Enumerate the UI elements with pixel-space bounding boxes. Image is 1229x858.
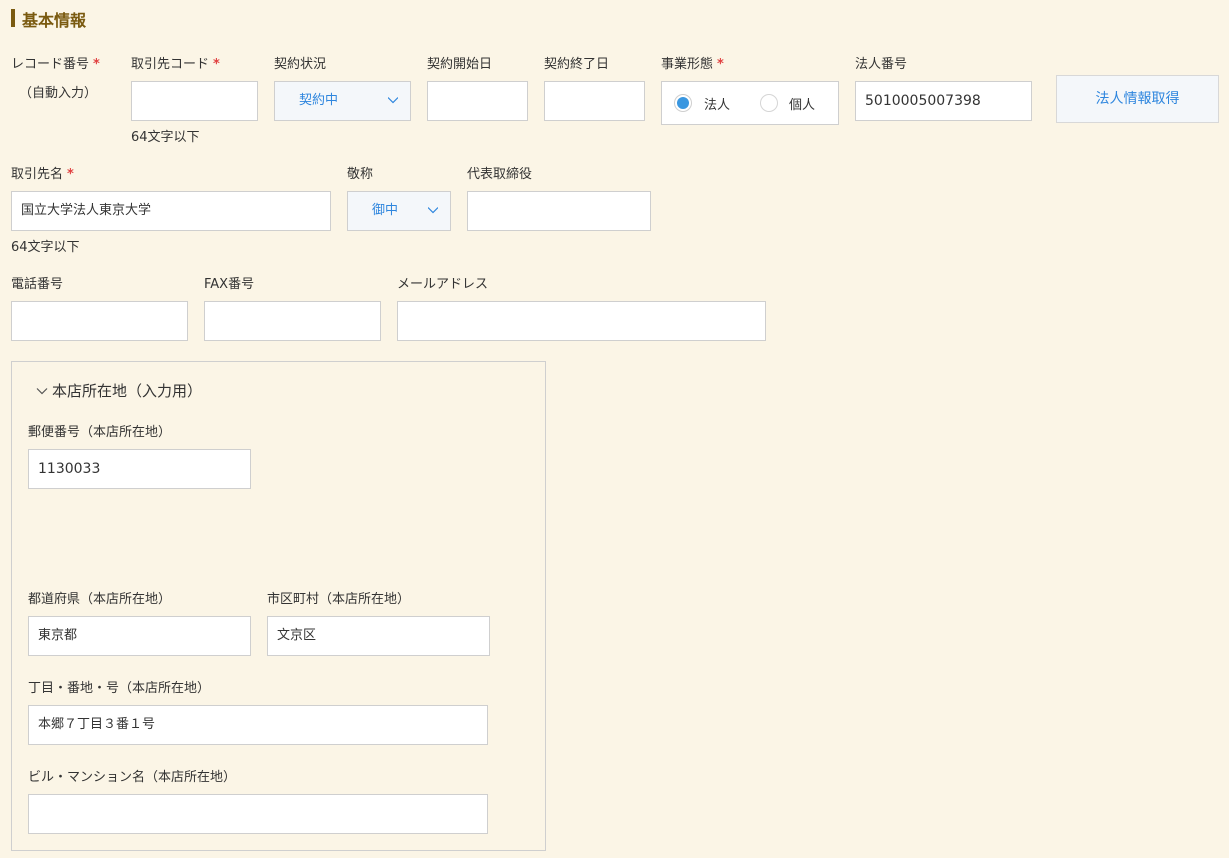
record-no-label: レコード番号 * [11, 57, 100, 72]
client-name-note: 64文字以下 [11, 240, 80, 255]
client-name-input[interactable]: 国立大学法人東京大学 [11, 191, 331, 231]
contract-end-label: 契約終了日 [544, 57, 610, 72]
contract-status-value: 契約中 [299, 93, 339, 108]
radio-corporation-label[interactable]: 法人 [704, 94, 730, 113]
contract-start-input[interactable] [427, 81, 528, 121]
client-code-note: 64文字以下 [131, 130, 200, 145]
radio-individual[interactable] [760, 94, 778, 112]
contract-start-label: 契約開始日 [427, 57, 493, 72]
business-type-radio-group: 法人 個人 [661, 81, 839, 125]
record-no-value: （自動入力） [19, 86, 98, 101]
postal-label: 郵便番号（本店所在地） [28, 425, 172, 440]
phone-label: 電話番号 [11, 277, 64, 292]
contract-end-input[interactable] [544, 81, 645, 121]
fax-input[interactable] [204, 301, 381, 341]
building-input[interactable] [28, 794, 488, 834]
section-bar [11, 9, 15, 27]
fetch-corp-info-button[interactable]: 法人情報取得 [1056, 75, 1219, 123]
honorific-value: 御中 [372, 203, 399, 218]
email-label: メールアドレス [397, 277, 489, 292]
address-panel-title[interactable]: 本店所在地（入力用） [52, 380, 202, 401]
chevron-down-icon[interactable] [36, 386, 48, 396]
representative-input[interactable] [467, 191, 651, 231]
phone-input[interactable] [11, 301, 188, 341]
contract-status-label: 契約状況 [274, 57, 327, 72]
chevron-down-icon [428, 207, 438, 214]
chevron-down-icon [388, 97, 398, 104]
prefecture-input[interactable]: 東京都 [28, 616, 251, 656]
client-code-input[interactable] [131, 81, 258, 121]
corp-number-label: 法人番号 [855, 57, 908, 72]
postal-input[interactable]: 1130033 [28, 449, 251, 489]
honorific-select[interactable]: 御中 [347, 191, 451, 231]
street-input[interactable]: 本郷７丁目３番１号 [28, 705, 488, 745]
corp-number-input[interactable]: 5010005007398 [855, 81, 1032, 121]
prefecture-label: 都道府県（本店所在地） [28, 592, 172, 607]
section-title: 基本情報 [22, 11, 87, 30]
radio-individual-label[interactable]: 個人 [789, 94, 815, 113]
radio-corporation[interactable] [674, 94, 692, 112]
representative-label: 代表取締役 [467, 167, 533, 182]
contract-status-select[interactable]: 契約中 [274, 81, 411, 121]
honorific-label: 敬称 [347, 167, 374, 182]
email-input[interactable] [397, 301, 766, 341]
city-label: 市区町村（本店所在地） [267, 592, 411, 607]
street-label: 丁目・番地・号（本店所在地） [28, 681, 211, 696]
fax-label: FAX番号 [204, 277, 255, 292]
city-input[interactable]: 文京区 [267, 616, 490, 656]
building-label: ビル・マンション名（本店所在地） [28, 770, 237, 785]
client-name-label: 取引先名 * [11, 167, 74, 182]
business-type-label: 事業形態 * [661, 57, 724, 72]
client-code-label: 取引先コード * [131, 57, 220, 72]
